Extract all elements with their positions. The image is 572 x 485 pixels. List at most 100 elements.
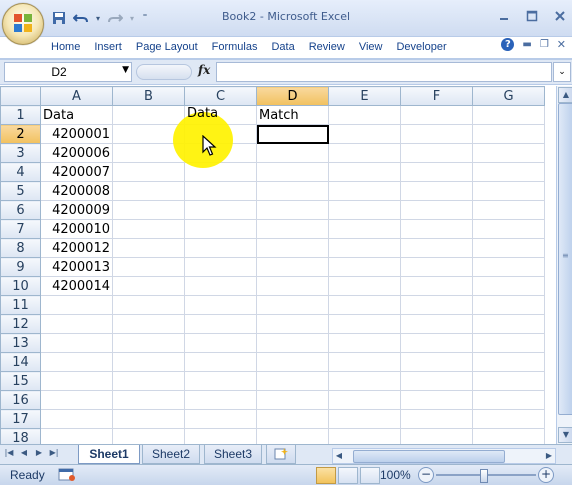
normal-view-icon[interactable] bbox=[316, 467, 336, 484]
cell-f3[interactable] bbox=[400, 143, 473, 163]
cell-b11[interactable] bbox=[112, 295, 185, 315]
cell-d2[interactable] bbox=[256, 124, 329, 144]
cell-e2[interactable] bbox=[328, 124, 401, 144]
cell-f14[interactable] bbox=[400, 352, 473, 372]
cell-c18[interactable] bbox=[184, 428, 257, 444]
column-header-c[interactable]: C bbox=[184, 86, 257, 106]
cell-d7[interactable] bbox=[256, 219, 329, 239]
row-header[interactable]: 17 bbox=[0, 409, 41, 429]
cell-g13[interactable] bbox=[472, 333, 545, 353]
cell-g3[interactable] bbox=[472, 143, 545, 163]
cell-e1[interactable] bbox=[328, 105, 401, 125]
cell-a5[interactable]: 4200008 bbox=[40, 181, 113, 201]
cell-a14[interactable] bbox=[40, 352, 113, 372]
cell-f18[interactable] bbox=[400, 428, 473, 444]
cell-c13[interactable] bbox=[184, 333, 257, 353]
cell-a8[interactable]: 4200012 bbox=[40, 238, 113, 258]
cell-g4[interactable] bbox=[472, 162, 545, 182]
row-header[interactable]: 13 bbox=[0, 333, 41, 353]
vertical-scroll-thumb[interactable]: ≡ bbox=[558, 103, 572, 415]
row-header[interactable]: 14 bbox=[0, 352, 41, 372]
sheet-tab-sheet3[interactable]: Sheet3 bbox=[204, 445, 262, 464]
cell-c9[interactable] bbox=[184, 257, 257, 277]
cell-b8[interactable] bbox=[112, 238, 185, 258]
cell-f12[interactable] bbox=[400, 314, 473, 334]
cell-b4[interactable] bbox=[112, 162, 185, 182]
column-header-a[interactable]: A bbox=[40, 86, 113, 106]
cell-b13[interactable] bbox=[112, 333, 185, 353]
cell-c16[interactable] bbox=[184, 390, 257, 410]
cell-e7[interactable] bbox=[328, 219, 401, 239]
cell-e12[interactable] bbox=[328, 314, 401, 334]
cell-b14[interactable] bbox=[112, 352, 185, 372]
zoom-out-button[interactable]: − bbox=[418, 467, 434, 483]
cell-b10[interactable] bbox=[112, 276, 185, 296]
cell-g2[interactable] bbox=[472, 124, 545, 144]
name-box-dropdown-icon[interactable]: ▼ bbox=[122, 65, 129, 75]
tab-page-layout[interactable]: Page Layout bbox=[129, 41, 205, 53]
cell-f17[interactable] bbox=[400, 409, 473, 429]
row-header[interactable]: 7 bbox=[0, 219, 41, 239]
cell-d6[interactable] bbox=[256, 200, 329, 220]
close-icon[interactable] bbox=[552, 8, 568, 24]
cell-a6[interactable]: 4200009 bbox=[40, 200, 113, 220]
cell-b5[interactable] bbox=[112, 181, 185, 201]
cell-a18[interactable] bbox=[40, 428, 113, 444]
column-header-b[interactable]: B bbox=[112, 86, 185, 106]
page-break-preview-icon[interactable] bbox=[360, 467, 380, 484]
cell-d1[interactable]: Match bbox=[256, 105, 329, 125]
cell-g12[interactable] bbox=[472, 314, 545, 334]
column-header-g[interactable]: G bbox=[472, 86, 545, 106]
cell-f1[interactable] bbox=[400, 105, 473, 125]
cell-d10[interactable] bbox=[256, 276, 329, 296]
cell-d3[interactable] bbox=[256, 143, 329, 163]
cell-d14[interactable] bbox=[256, 352, 329, 372]
cell-c15[interactable] bbox=[184, 371, 257, 391]
cell-f13[interactable] bbox=[400, 333, 473, 353]
tab-home[interactable]: Home bbox=[44, 41, 87, 53]
cell-f6[interactable] bbox=[400, 200, 473, 220]
cell-e17[interactable] bbox=[328, 409, 401, 429]
row-header[interactable]: 18 bbox=[0, 428, 41, 444]
cell-g1[interactable] bbox=[472, 105, 545, 125]
last-sheet-icon[interactable]: ▶| bbox=[49, 448, 59, 457]
cell-d15[interactable] bbox=[256, 371, 329, 391]
cell-d18[interactable] bbox=[256, 428, 329, 444]
workbook-restore-icon[interactable]: ❐ bbox=[540, 39, 549, 50]
cell-b6[interactable] bbox=[112, 200, 185, 220]
scroll-down-icon[interactable]: ▼ bbox=[558, 427, 572, 443]
sheet-tab-sheet1[interactable]: Sheet1 bbox=[78, 445, 140, 464]
cell-f7[interactable] bbox=[400, 219, 473, 239]
page-layout-view-icon[interactable] bbox=[338, 467, 358, 484]
cell-b9[interactable] bbox=[112, 257, 185, 277]
cell-f10[interactable] bbox=[400, 276, 473, 296]
cell-a3[interactable]: 4200006 bbox=[40, 143, 113, 163]
row-header[interactable]: 8 bbox=[0, 238, 41, 258]
cell-b17[interactable] bbox=[112, 409, 185, 429]
cell-a12[interactable] bbox=[40, 314, 113, 334]
zoom-in-button[interactable]: + bbox=[538, 467, 554, 483]
cell-f8[interactable] bbox=[400, 238, 473, 258]
insert-worksheet-icon[interactable] bbox=[266, 445, 296, 464]
formula-bar-splitter[interactable] bbox=[136, 64, 192, 80]
vertical-scrollbar[interactable]: ▲ ≡ ▼ bbox=[556, 86, 572, 444]
cell-e3[interactable] bbox=[328, 143, 401, 163]
cell-a4[interactable]: 4200007 bbox=[40, 162, 113, 182]
next-sheet-icon[interactable]: ▶ bbox=[34, 448, 44, 457]
cell-g15[interactable] bbox=[472, 371, 545, 391]
cell-c12[interactable] bbox=[184, 314, 257, 334]
cell-e15[interactable] bbox=[328, 371, 401, 391]
cell-e11[interactable] bbox=[328, 295, 401, 315]
cell-g14[interactable] bbox=[472, 352, 545, 372]
cell-b7[interactable] bbox=[112, 219, 185, 239]
maximize-icon[interactable] bbox=[524, 8, 540, 24]
cell-c6[interactable] bbox=[184, 200, 257, 220]
scroll-left-icon[interactable]: ◀ bbox=[333, 449, 345, 463]
row-header[interactable]: 9 bbox=[0, 257, 41, 277]
cell-e16[interactable] bbox=[328, 390, 401, 410]
cell-e18[interactable] bbox=[328, 428, 401, 444]
cell-f4[interactable] bbox=[400, 162, 473, 182]
previous-sheet-icon[interactable]: ◀ bbox=[19, 448, 29, 457]
cell-g6[interactable] bbox=[472, 200, 545, 220]
cell-f16[interactable] bbox=[400, 390, 473, 410]
